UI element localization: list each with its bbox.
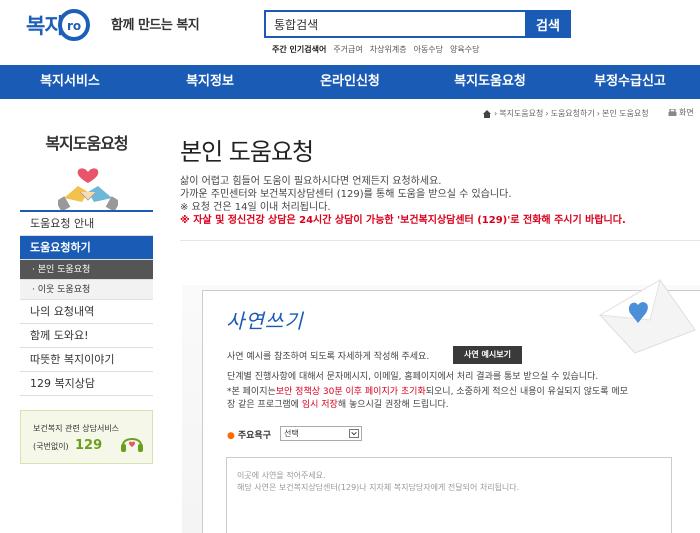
- main-need-label-text: 주요욕구: [237, 431, 271, 441]
- breadcrumb-item[interactable]: 도움요청하기: [551, 108, 595, 119]
- breadcrumb-sep: ›: [494, 109, 498, 118]
- sidebar-subitem-self[interactable]: · 본인 도움요청: [20, 260, 153, 280]
- sidebar-item-guide[interactable]: 도움요청 안내: [20, 212, 153, 236]
- search-input[interactable]: [266, 12, 525, 36]
- hot-keyword[interactable]: 아동수당: [414, 44, 443, 55]
- handshake-icon: [58, 168, 118, 212]
- form-notify-line: 단계별 진행사항에 대해서 문자메시지, 이메일, 홈페이지에서 처리 결과를 …: [227, 372, 599, 382]
- search-box: [264, 10, 525, 38]
- sidebar-item-my-requests[interactable]: 나의 요청내역: [20, 300, 153, 324]
- nav-item-welfare-info[interactable]: 복지정보: [140, 65, 280, 99]
- search-button[interactable]: 검색: [525, 10, 571, 38]
- main-need-select[interactable]: 선택: [280, 426, 362, 441]
- main-nav: 복지서비스 복지정보 온라인신청 복지도움요청 부정수급신고: [0, 65, 700, 99]
- logo-tagline: 함께 만드는 복지: [111, 18, 200, 33]
- story-form-title: 사연쓰기: [226, 309, 304, 333]
- nav-item-fraud-report[interactable]: 부정수급신고: [560, 65, 700, 99]
- suicide-warning: ※ 자살 및 정신건강 상담은 24시간 상담이 가능한 '보건복지상담센터 (…: [180, 215, 626, 226]
- required-dot-icon: ●: [227, 431, 235, 441]
- breadcrumb-item[interactable]: 복지도움요청: [499, 108, 543, 119]
- textarea-placeholder-line: 이곳에 사연을 적어주세요.: [237, 471, 326, 480]
- view-example-button[interactable]: 사연 예시보기: [453, 346, 522, 364]
- chevron-down-icon: [349, 429, 359, 438]
- logo-suffix: ro: [67, 19, 81, 33]
- note-line2-prefix: 장 같은 프로그램에: [227, 400, 299, 410]
- print-label: 화면: [679, 108, 694, 117]
- intro-line: 가까운 주민센터와 보건복지상담센터 (129)를 통해 도움을 받으실 수 있…: [180, 189, 512, 200]
- story-textarea[interactable]: 이곳에 사연을 적어주세요. 해당 사연은 보건복지상담센터(129)나 지자체…: [226, 457, 672, 533]
- divider: [180, 240, 700, 241]
- breadcrumb-item-current: 본인 도움요청: [601, 109, 649, 118]
- page-title: 본인 도움요청: [180, 138, 314, 166]
- form-guide-line: 사연 예시를 참조하여 되도록 자세하게 작성해 주세요.: [227, 352, 430, 362]
- headset-icon: [121, 438, 143, 452]
- note-line2-suffix: 해 놓으시길 권장해 드립니다.: [337, 400, 449, 410]
- hot-keyword[interactable]: 양육수당: [450, 44, 479, 55]
- sidebar-subitem-neighbor[interactable]: · 이웃 도움요청: [20, 280, 153, 300]
- hot-keywords: 주간 인기검색어 주거급여 차상위계층 아동수당 양육수당: [272, 44, 479, 55]
- note-red-save: 임시 저장: [301, 400, 338, 410]
- note-prefix: *본 페이지는: [227, 387, 276, 397]
- intro-line: 삶이 어렵고 힘들어 도움이 필요하시다면 언제든지 요청하세요.: [180, 176, 442, 187]
- intro-text: 삶이 어렵고 힘들어 도움이 필요하시다면 언제든지 요청하세요. 가까운 주민…: [180, 175, 680, 227]
- breadcrumb: › 복지도움요청 › 도움요청하기 › 본인 도움요청: [482, 108, 649, 119]
- site-logo[interactable]: 복지 ro: [26, 8, 91, 42]
- note-red-timeout: 보안 정책상 30분 이후 페이지가 초기화: [275, 387, 426, 397]
- consult-banner[interactable]: 보건복지 관련 상담서비스 (국번없이) 129: [20, 410, 153, 464]
- print-icon: [668, 108, 677, 116]
- nav-item-welfare-service[interactable]: 복지서비스: [0, 65, 140, 99]
- breadcrumb-sep: ›: [596, 109, 600, 118]
- sidebar-item-stories[interactable]: 따뜻한 복지이야기: [20, 348, 153, 372]
- home-icon[interactable]: [482, 109, 492, 119]
- hot-keyword[interactable]: 주거급여: [333, 44, 362, 55]
- envelope-icon: [598, 278, 696, 354]
- textarea-placeholder-line: 해당 사연은 보건복지상담센터(129)나 지자체 복지담당자에게 전달되어 처…: [237, 483, 520, 492]
- banner-title: 보건복지 관련 상담서비스: [33, 424, 120, 433]
- site-header: 복지 ro 함께 만드는 복지 검색 주간 인기검색어 주거급여 차상위계층 아…: [0, 0, 700, 65]
- sidebar-item-help-together[interactable]: 함께 도와요!: [20, 324, 153, 348]
- print-button[interactable]: 화면: [668, 107, 694, 118]
- sidebar-heading: 복지도움요청: [45, 134, 128, 153]
- sidebar-menu: 도움요청 안내 도움요청하기 · 본인 도움요청 · 이웃 도움요청 나의 요청…: [20, 210, 153, 396]
- main-need-label: ● 주요욕구: [227, 428, 271, 441]
- sidebar-item-request[interactable]: 도움요청하기: [20, 236, 153, 260]
- hot-keywords-title: 주간 인기검색어: [272, 45, 327, 54]
- banner-prefix: (국번없이): [33, 442, 69, 451]
- hot-keyword[interactable]: 차상위계층: [370, 44, 407, 55]
- note-mid: 되오니, 소중하게 적으신 내용이 유실되지 않도록 메모: [425, 387, 628, 397]
- breadcrumb-sep: ›: [545, 109, 549, 118]
- nav-item-online-apply[interactable]: 온라인신청: [280, 65, 420, 99]
- nav-item-help-request[interactable]: 복지도움요청: [420, 65, 560, 99]
- intro-line: ※ 요청 건은 14일 이내 처리됩니다.: [180, 202, 331, 213]
- logo-swoosh-icon: ro: [57, 9, 90, 41]
- form-session-note: *본 페이지는보안 정책상 30분 이후 페이지가 초기화되오니, 소중하게 적…: [227, 386, 687, 412]
- banner-number: 129: [75, 438, 103, 453]
- sidebar-item-129[interactable]: 129 복지상담: [20, 372, 153, 396]
- main-need-select-value: 선택: [284, 429, 299, 438]
